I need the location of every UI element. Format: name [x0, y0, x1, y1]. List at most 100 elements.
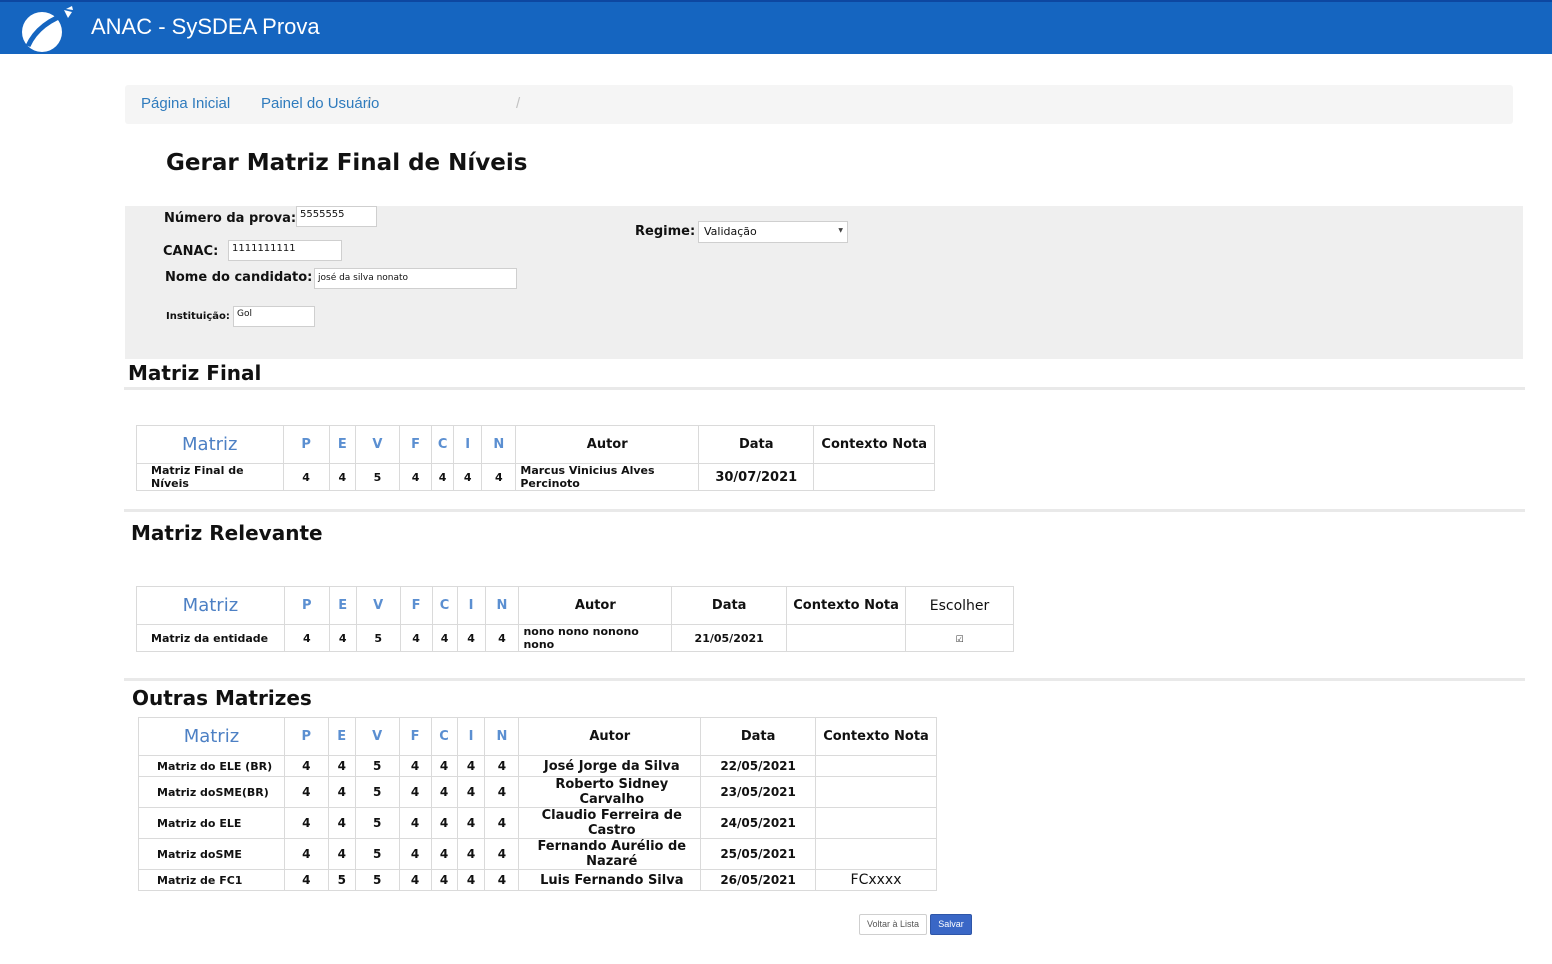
- table-row: Matriz doSME(BR) 4 4 5 4 4 4 4 Roberto S…: [138, 776, 937, 808]
- data-cell: 21/05/2021: [671, 624, 788, 652]
- value-v: 5: [355, 807, 400, 839]
- breadcrumb-separator: /: [516, 95, 521, 112]
- col-header-e: E: [328, 717, 356, 756]
- col-header-contexto-nota: Contexto Nota: [813, 425, 935, 464]
- value-i: 4: [457, 776, 486, 808]
- col-header-c: C: [431, 717, 458, 756]
- col-header-v: V: [355, 717, 400, 756]
- col-header-v: V: [356, 586, 401, 625]
- numero-prova-label: Número da prova:: [164, 211, 297, 226]
- contexto-nota-cell: [815, 807, 937, 839]
- instituicao-label: Instituição:: [166, 311, 230, 322]
- col-header-p: P: [284, 586, 330, 625]
- col-header-i: I: [457, 717, 486, 756]
- autor-cell: Claudio Ferreira de Castro: [518, 807, 702, 839]
- table-row: Matriz da entidade 4 4 5 4 4 4 4 nono no…: [136, 624, 1014, 652]
- table-row: Matriz do ELE (BR) 4 4 5 4 4 4 4 José Jo…: [138, 755, 937, 777]
- col-header-contexto-nota: Contexto Nota: [815, 717, 937, 756]
- value-n: 4: [484, 807, 520, 839]
- table-row: Matriz do ELE 4 4 5 4 4 4 4 Claudio Ferr…: [138, 807, 937, 839]
- col-header-c: C: [431, 425, 455, 464]
- col-header-f: F: [399, 717, 432, 756]
- value-n: 4: [484, 869, 520, 891]
- value-e: 4: [329, 463, 356, 491]
- col-header-contexto-nota: Contexto Nota: [786, 586, 907, 625]
- value-f: 4: [399, 776, 432, 808]
- autor-cell: José Jorge da Silva: [518, 755, 702, 777]
- breadcrumb-user-panel-link[interactable]: Painel do Usuário: [261, 95, 379, 112]
- data-cell: 22/05/2021: [700, 755, 817, 777]
- matriz-name: Matriz da entidade: [136, 624, 285, 652]
- regime-select[interactable]: Validação ▼: [698, 221, 848, 243]
- contexto-nota-cell: [815, 838, 937, 870]
- matriz-relevante-table: Matriz P E V F C I N Autor Data Contexto…: [136, 586, 1014, 652]
- matriz-name: Matriz do ELE (BR): [138, 755, 285, 777]
- back-to-list-button[interactable]: Voltar à Lista: [859, 914, 927, 935]
- value-p: 4: [284, 755, 329, 777]
- value-n: 4: [484, 838, 520, 870]
- value-v: 5: [355, 755, 400, 777]
- col-header-matriz: Matriz: [136, 586, 285, 625]
- value-n: 4: [485, 624, 520, 652]
- value-e: 4: [328, 776, 356, 808]
- col-header-autor: Autor: [518, 717, 702, 756]
- value-p: 4: [284, 624, 330, 652]
- matriz-name: Matriz do ELE: [138, 807, 285, 839]
- contexto-nota-cell: [786, 624, 907, 652]
- value-i: 4: [457, 807, 486, 839]
- value-e: 4: [329, 624, 357, 652]
- contexto-nota-cell: [813, 463, 935, 491]
- value-c: 4: [431, 838, 458, 870]
- instituicao-input[interactable]: Gol: [233, 306, 315, 327]
- value-e: 4: [328, 807, 356, 839]
- table-row: Matriz Final de Níveis 4 4 5 4 4 4 4 Mar…: [136, 463, 935, 491]
- value-f: 4: [399, 463, 433, 491]
- breadcrumb-home-link[interactable]: Página Inicial: [141, 95, 230, 112]
- value-i: 4: [457, 869, 486, 891]
- section-divider: [124, 387, 1525, 390]
- outras-matrizes-title: Outras Matrizes: [132, 686, 312, 710]
- col-header-escolher: Escolher: [905, 586, 1014, 625]
- table-row: Matriz de FC1 4 5 5 4 4 4 4 Luis Fernand…: [138, 869, 937, 891]
- autor-cell: Luis Fernando Silva: [518, 869, 702, 891]
- value-n: 4: [484, 776, 520, 808]
- value-p: 4: [284, 776, 329, 808]
- value-p: 4: [284, 807, 329, 839]
- contexto-nota-cell: [815, 755, 937, 777]
- data-cell: 25/05/2021: [700, 838, 817, 870]
- anac-logo-icon[interactable]: [14, 6, 78, 54]
- col-header-e: E: [329, 425, 356, 464]
- value-c: 4: [431, 869, 458, 891]
- value-i: 4: [453, 463, 483, 491]
- value-i: 4: [457, 838, 486, 870]
- value-n: 4: [481, 463, 517, 491]
- data-cell: 30/07/2021: [698, 463, 815, 491]
- value-e: 4: [328, 838, 356, 870]
- canac-label: CANAC:: [163, 244, 219, 259]
- matriz-relevante-title: Matriz Relevante: [131, 521, 323, 545]
- save-button[interactable]: Salvar: [930, 914, 972, 935]
- autor-cell: nono nono nonono nono: [518, 624, 673, 652]
- escolher-cell: ☑: [905, 624, 1014, 652]
- col-header-data: Data: [671, 586, 788, 625]
- canac-input[interactable]: 1111111111: [228, 240, 342, 261]
- contexto-nota-cell: FCxxxx: [815, 869, 937, 891]
- nome-candidato-label: Nome do candidato:: [165, 270, 313, 285]
- value-f: 4: [399, 838, 432, 870]
- value-f: 4: [399, 755, 432, 777]
- data-cell: 24/05/2021: [700, 807, 817, 839]
- value-i: 4: [457, 624, 486, 652]
- numero-prova-input[interactable]: 5555555: [296, 206, 377, 227]
- page-title: Gerar Matriz Final de Níveis: [166, 150, 528, 176]
- breadcrumb: Página Inicial / Painel do Usuário /: [125, 85, 1513, 124]
- contexto-nota-cell: [815, 776, 937, 808]
- matriz-final-title: Matriz Final: [128, 361, 262, 385]
- value-e: 5: [328, 869, 356, 891]
- escolher-checkbox[interactable]: ☑: [955, 635, 963, 645]
- nome-candidato-input[interactable]: josé da silva nonato: [314, 268, 517, 289]
- app-title: ANAC - SySDEA Prova: [91, 14, 320, 39]
- outras-matrizes-table: Matriz P E V F C I N Autor Data Contexto…: [138, 717, 937, 891]
- value-c: 4: [432, 624, 458, 652]
- col-header-n: N: [485, 586, 520, 625]
- autor-cell: Marcus Vinicius Alves Percinoto: [515, 463, 700, 491]
